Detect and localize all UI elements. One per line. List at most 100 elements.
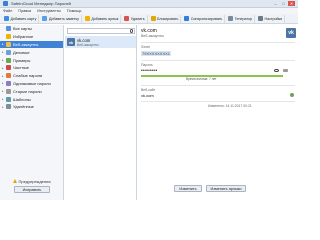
star-icon [6, 34, 11, 40]
settings-label: Настройки [264, 16, 283, 21]
menu-file[interactable]: Файл [3, 9, 12, 13]
menu-tools[interactable]: Инструменты [37, 9, 61, 13]
close-button[interactable]: ✕ [288, 1, 295, 6]
website-label: Веб-сайт [141, 88, 156, 92]
generator-button[interactable]: Генератор [226, 14, 255, 23]
sidebar-item-private[interactable]: ▸ Частные [0, 64, 63, 72]
add-note-icon [42, 16, 48, 21]
sidebar-item-old-passwords[interactable]: ▸ Старые пароли [0, 87, 63, 95]
warnings-label: Предупреждения [18, 178, 51, 184]
lock-button[interactable]: Блокировать [149, 14, 182, 23]
divider [141, 85, 295, 86]
sidebar-item-label: Старые пароли [13, 88, 42, 94]
sync-label: Синхронизировать [190, 16, 223, 21]
add-card-icon [4, 16, 9, 21]
add-card-button[interactable]: Добавить карту [2, 14, 40, 23]
folder-icon [6, 49, 11, 55]
password-value[interactable]: •••••••• [141, 68, 157, 74]
sidebar-item-label: Все карты [13, 26, 32, 32]
login-label: Логин [141, 45, 151, 49]
card-detail: vk.com Веб-аккаунты vk Логин 79XXXXXXXX1… [138, 25, 298, 200]
menu-edit[interactable]: Правка [18, 9, 31, 13]
delete-icon [124, 16, 130, 21]
sidebar-item-label: Деловые [13, 49, 30, 55]
sidebar-item-weak-passwords[interactable]: ▸ Слабые пароли [0, 72, 63, 80]
key-icon[interactable] [283, 69, 288, 72]
maximize-button[interactable]: □ [280, 1, 287, 6]
folder-icon [6, 57, 11, 63]
settings-button[interactable]: Настройки [256, 14, 286, 23]
divider [141, 60, 295, 61]
window-controls: – □ ✕ [272, 1, 295, 6]
folder-icon [6, 41, 11, 47]
fix-button[interactable]: Исправить [14, 186, 50, 193]
template-icon [6, 96, 11, 102]
add-card-label: Добавить карту [10, 16, 37, 21]
card-subtitle: Веб-аккаунты [141, 34, 164, 38]
generator-label: Генератор [234, 16, 252, 21]
sidebar-item-business[interactable]: ▸ Деловые [0, 48, 63, 56]
edit-labels-button[interactable]: Изменить ярлыки [206, 185, 246, 192]
eye-icon[interactable] [274, 69, 279, 72]
menu-help[interactable]: Помощь [67, 9, 82, 13]
sidebar-item-label: Удалённые [13, 104, 34, 110]
list-item-subtitle: Веб-аккаунты [77, 42, 99, 47]
delete-label: Удалить [130, 16, 145, 21]
app-icon [3, 1, 8, 6]
sidebar-item-label: Частные [13, 65, 30, 71]
sidebar-item-label: Примеры [13, 57, 31, 63]
sidebar-item-label: Избранное [13, 34, 34, 40]
lock-label: Блокировать [157, 16, 179, 21]
warning-icon [12, 179, 17, 183]
generator-icon [228, 16, 234, 21]
sync-icon [184, 16, 190, 21]
toolbar: Добавить карту Добавить заметку Добавить… [0, 14, 298, 24]
password-label: Пароль [141, 63, 153, 67]
sidebar-item-label: Шаблоны [13, 96, 31, 102]
sidebar-item-label: Одинаковые пароли [13, 80, 51, 86]
divider [141, 101, 295, 102]
title-bar: SafeInCloud Менеджер Паролей – □ ✕ [0, 0, 298, 8]
add-note-label: Добавить заметку [48, 16, 79, 21]
lock-icon [150, 16, 156, 21]
sidebar-item-samples[interactable]: ▸ Примеры [0, 56, 63, 64]
sidebar-item-web-accounts[interactable]: ▸ Веб-аккаунты [0, 40, 63, 49]
warnings-indicator[interactable]: Предупреждения [0, 177, 63, 185]
list-item[interactable]: vk vk.com Веб-аккаунты [65, 36, 136, 48]
login-value[interactable]: 79XXXXXXXX1 [141, 51, 172, 56]
folder-icon [6, 65, 11, 71]
modified-timestamp: Изменено: 14.11.2017 00:21 [208, 104, 252, 108]
sidebar-item-label: Слабые пароли [13, 73, 43, 79]
delete-button[interactable]: Удалить [122, 14, 148, 23]
edit-button[interactable]: Изменить [174, 185, 202, 192]
card-list: vk vk.com Веб-аккаунты [65, 25, 137, 200]
sidebar-item-label: Веб-аккаунты [13, 41, 39, 47]
sidebar-item-duplicate-passwords[interactable]: ▸ Одинаковые пароли [0, 80, 63, 88]
window-title: SafeInCloud Менеджер Паролей [11, 1, 71, 6]
all-cards-icon [6, 26, 11, 32]
trash-icon [6, 104, 11, 110]
add-label-label: Добавить ярлык [91, 16, 119, 21]
minimize-button[interactable]: – [272, 1, 279, 6]
divider [141, 42, 295, 43]
clock-icon [6, 88, 11, 94]
add-note-button[interactable]: Добавить заметку [40, 14, 82, 23]
duplicate-icon [6, 80, 11, 86]
add-label-button[interactable]: Добавить ярлык [83, 14, 122, 23]
vk-logo-icon: vk [286, 28, 296, 38]
vk-logo-icon: vk [67, 38, 75, 46]
sidebar: Все карты Избранное ▸ Веб-аккаунты ▸ Дел… [0, 25, 64, 200]
sidebar-item-favorites[interactable]: Избранное [0, 33, 63, 41]
sidebar-item-deleted[interactable]: ▸ Удалённые [0, 103, 63, 111]
sync-button[interactable]: Синхронизировать [182, 14, 226, 23]
open-website-icon[interactable] [290, 93, 294, 97]
search-input[interactable] [67, 28, 135, 34]
add-label-icon [84, 16, 90, 21]
search-icon [129, 29, 133, 33]
settings-icon [257, 16, 263, 21]
weak-icon [6, 73, 11, 79]
password-strength-label: Время взлома: 7 лет [186, 77, 217, 81]
sidebar-item-templates[interactable]: ▸ Шаблоны [0, 95, 63, 103]
website-value[interactable]: vk.com [141, 93, 154, 98]
sidebar-item-all-cards[interactable]: Все карты [0, 25, 63, 33]
